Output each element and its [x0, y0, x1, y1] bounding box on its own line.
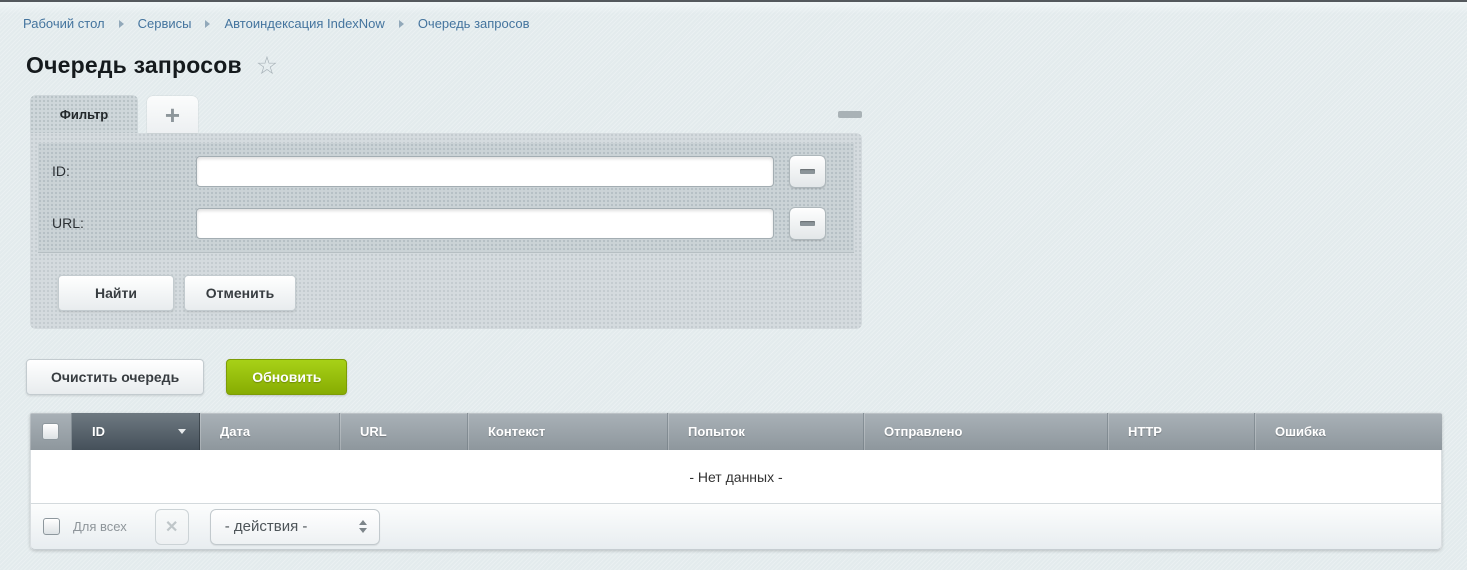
empty-table-message: - Нет данных - — [689, 469, 782, 485]
for-all-checkbox[interactable] — [43, 518, 60, 535]
table-header-row: ID Дата URL Контекст Попыток Отправлено … — [30, 413, 1442, 450]
minus-icon — [800, 221, 815, 226]
breadcrumb-link-indexnow[interactable]: Автоиндексация IndexNow — [224, 16, 384, 31]
action-buttons-row: Очистить очередь Обновить — [26, 359, 1467, 395]
filter-row-url: URL: — [38, 197, 854, 249]
remove-url-field-button[interactable] — [789, 207, 826, 240]
filter-tabs-row: Фильтр + — [30, 95, 862, 133]
filter-id-label: ID: — [38, 163, 196, 179]
refresh-button[interactable]: Обновить — [226, 359, 347, 395]
column-header-url[interactable]: URL — [340, 413, 468, 450]
apply-action-button[interactable]: ✕ — [155, 509, 189, 545]
tab-filter-label: Фильтр — [60, 107, 109, 122]
tab-filter[interactable]: Фильтр — [30, 95, 138, 133]
minus-icon — [800, 169, 815, 174]
actions-select[interactable]: - действия - — [210, 509, 380, 545]
title-row: Очередь запросов ☆ — [0, 31, 1467, 79]
clear-queue-button[interactable]: Очистить очередь — [26, 359, 204, 395]
close-icon: ✕ — [165, 517, 178, 537]
collapse-filter-icon[interactable] — [838, 111, 862, 118]
breadcrumb-arrow-icon — [399, 20, 404, 28]
queue-table: ID Дата URL Контекст Попыток Отправлено … — [30, 413, 1442, 550]
filter-url-input[interactable] — [196, 208, 774, 239]
find-button[interactable]: Найти — [58, 275, 174, 311]
plus-icon: + — [165, 105, 180, 125]
column-header-error[interactable]: Ошибка — [1255, 413, 1442, 450]
column-header-attempts[interactable]: Попыток — [668, 413, 864, 450]
column-header-http[interactable]: HTTP — [1108, 413, 1255, 450]
cancel-button[interactable]: Отменить — [184, 275, 296, 311]
breadcrumb-arrow-icon — [119, 20, 124, 28]
breadcrumb: Рабочий стол Сервисы Автоиндексация Inde… — [0, 14, 1467, 31]
remove-id-field-button[interactable] — [789, 155, 826, 188]
actions-select-value: - действия - — [225, 518, 308, 535]
column-header-sent[interactable]: Отправлено — [864, 413, 1108, 450]
filter-buttons-row: Найти Отменить — [38, 253, 854, 311]
table-footer: Для всех ✕ - действия - — [30, 503, 1442, 550]
column-header-context[interactable]: Контекст — [468, 413, 668, 450]
table-empty-row: - Нет данных - — [30, 450, 1442, 503]
sort-desc-icon — [178, 429, 186, 434]
page-title: Очередь запросов — [26, 52, 242, 79]
for-all-label: Для всех — [73, 519, 127, 534]
filter-panel: Фильтр + ID: URL: Найти — [30, 95, 862, 329]
breadcrumb-arrow-icon — [205, 20, 210, 28]
filter-fields: ID: URL: — [38, 143, 854, 253]
column-header-id-label: ID — [92, 424, 105, 439]
column-header-date[interactable]: Дата — [200, 413, 340, 450]
filter-url-label: URL: — [38, 215, 196, 231]
top-gradient — [0, 2, 1467, 14]
select-all-cell — [30, 413, 72, 450]
filter-body: ID: URL: Найти Отменить — [30, 133, 862, 329]
filter-id-input[interactable] — [196, 156, 774, 187]
filter-row-id: ID: — [38, 145, 854, 197]
breadcrumb-link-queue[interactable]: Очередь запросов — [418, 16, 530, 31]
add-filter-tab-button[interactable]: + — [147, 96, 198, 133]
select-all-checkbox[interactable] — [42, 423, 59, 440]
breadcrumb-link-desktop[interactable]: Рабочий стол — [23, 16, 105, 31]
column-header-id[interactable]: ID — [72, 413, 200, 450]
favorite-star-icon[interactable]: ☆ — [256, 54, 278, 79]
select-spinner-icon — [359, 520, 367, 533]
breadcrumb-link-services[interactable]: Сервисы — [138, 16, 192, 31]
